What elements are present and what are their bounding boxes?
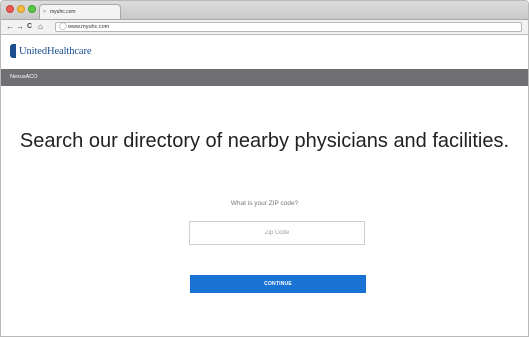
browser-tab[interactable]: × myuhc.com — [39, 4, 121, 19]
tab-strip: × myuhc.com — [1, 1, 528, 20]
site-header: UnitedHealthcare — [1, 35, 528, 69]
browser-toolbar: ← → C ⌂ ◯ www.myuhc.com — [1, 20, 528, 35]
zip-code-label: What is your ZIP code? — [230, 200, 299, 207]
forward-arrow-icon[interactable]: → — [16, 21, 24, 33]
window-controls — [6, 5, 36, 13]
minimize-window-button[interactable] — [17, 5, 25, 13]
logo-text: UnitedHealthcare — [19, 45, 92, 57]
zoom-window-button[interactable] — [28, 5, 36, 13]
nav-brand-link[interactable]: NexusACO — [10, 69, 38, 86]
address-bar[interactable]: ◯ www.myuhc.com — [55, 22, 522, 32]
logo-mark-icon — [10, 44, 16, 58]
continue-button[interactable]: CONTINUE — [190, 275, 366, 293]
home-icon[interactable]: ⌂ — [38, 21, 43, 33]
close-window-button[interactable] — [6, 5, 14, 13]
page-title: Search our directory of nearby physician… — [19, 130, 510, 152]
back-arrow-icon[interactable]: ← — [6, 21, 14, 33]
zip-code-input[interactable] — [189, 221, 365, 245]
tab-close-icon[interactable]: × — [43, 5, 46, 20]
browser-window: × myuhc.com ← → C ⌂ ◯ www.myuhc.com Unit… — [0, 0, 529, 337]
page-info-icon[interactable]: ◯ — [59, 22, 67, 30]
site-navbar: NexusACO — [1, 69, 528, 86]
unitedhealthcare-logo[interactable]: UnitedHealthcare — [10, 44, 92, 58]
reload-icon[interactable]: C — [27, 21, 32, 33]
tab-title: myuhc.com — [50, 9, 76, 15]
url-text: www.myuhc.com — [68, 24, 110, 30]
